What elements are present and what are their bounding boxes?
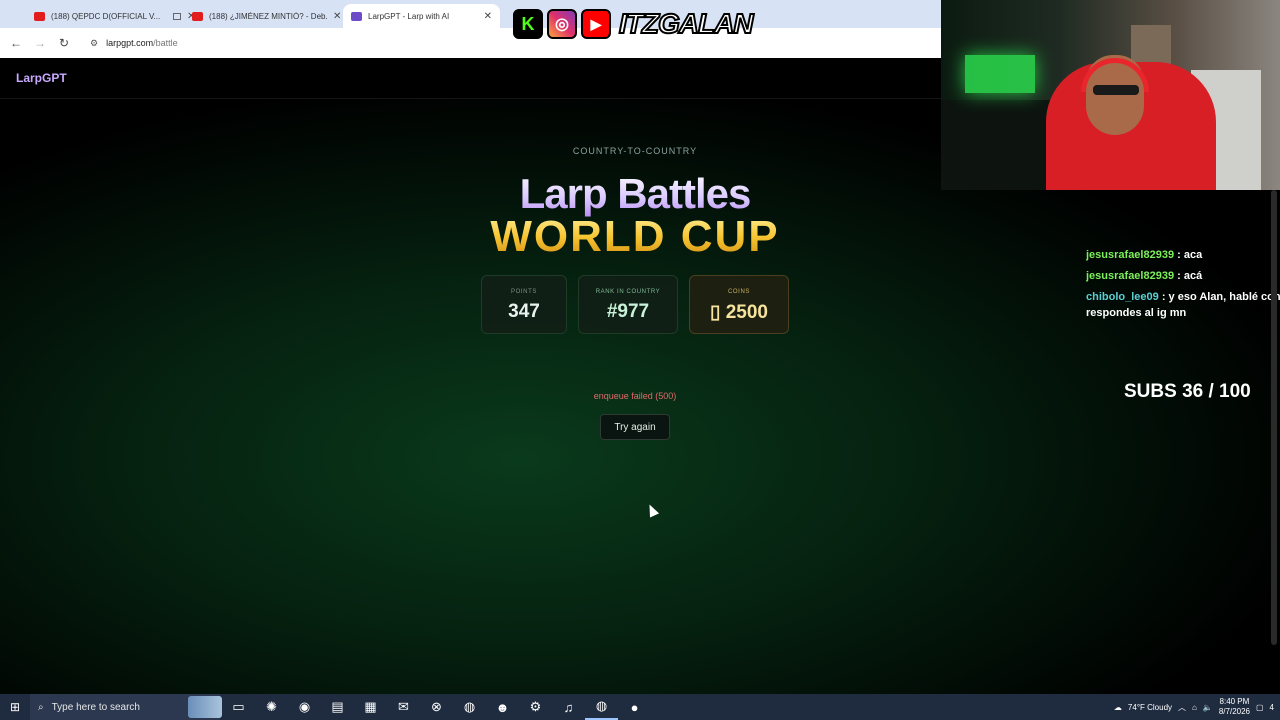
stream-social-overlay: K ◎ ▶ ITZGALAN (513, 7, 755, 40)
chat-message: chibolo_lee09 : y eso Alan, hablé con (1086, 289, 1280, 306)
weather-text[interactable]: 74°F Cloudy (1128, 703, 1172, 712)
copilot-icon[interactable]: ✺ (255, 694, 288, 720)
tab-label: (188) QEPDC D(OFFICIAL V... (51, 11, 161, 21)
chat-text: : acá (1174, 270, 1203, 282)
youtube-icon (34, 11, 45, 21)
edge-icon[interactable]: ◉ (288, 694, 321, 720)
coins-value: ▯ 2500 (709, 302, 768, 323)
chat-message: jesusrafael82939 : aca (1086, 247, 1280, 268)
chat-text-continued: respondes al ig mn (1086, 307, 1187, 319)
address-bar[interactable]: ⚙ larpgpt.com/battle (82, 32, 902, 54)
rank-card: RANK IN COUNTRY #977 (578, 275, 678, 334)
picture-in-picture-icon (173, 12, 181, 20)
points-label: POINTS (511, 289, 537, 295)
chrome-icon[interactable]: ◍ (453, 694, 486, 720)
forward-icon[interactable]: → (28, 36, 52, 50)
search-icon: ⌕ (38, 701, 44, 713)
coins-card: COINS ▯ 2500 (689, 275, 789, 334)
task-view-icon[interactable]: ▭ (222, 694, 255, 720)
kick-icon: K (513, 9, 543, 39)
subs-goal-counter: SUBS 36 / 100 (1124, 381, 1251, 402)
page-subtitle: WORLD CUP (0, 212, 1270, 262)
tab-larpgpt[interactable]: LarpGPT - Larp with AI ✕ (343, 4, 500, 28)
weather-icon[interactable]: ☁ (1114, 703, 1122, 712)
tab-youtube-2[interactable]: (188) ¿JIMÉNEZ MINTIÓ? - Deb... ✕ (184, 4, 349, 28)
notification-count: 4 (1269, 702, 1274, 712)
store-icon[interactable]: ▦ (354, 694, 387, 720)
error-message: enqueue failed (500) (593, 391, 677, 401)
windows-start-icon[interactable]: ⊞ (0, 700, 30, 714)
chevron-up-icon[interactable]: ︿ (1178, 702, 1186, 713)
obs-icon[interactable]: ● (618, 694, 651, 720)
points-card: POINTS 347 (481, 275, 567, 334)
close-icon[interactable]: ✕ (333, 11, 341, 22)
points-value: 347 (508, 301, 540, 322)
webcam-feed (941, 0, 1280, 190)
brand-logo[interactable]: LarpGPT (16, 71, 67, 85)
site-header: LarpGPT (0, 58, 941, 99)
notification-icon[interactable]: ▢ (1256, 703, 1264, 712)
outlook-icon[interactable]: ✉ (387, 694, 420, 720)
site-settings-icon[interactable]: ⚙ (90, 38, 98, 49)
clock-time: 8:40 PM (1219, 697, 1250, 706)
network-icon[interactable]: ⌂ (1192, 703, 1197, 712)
steam-icon[interactable]: ⚙ (519, 694, 552, 720)
stream-chat: jesusrafael82939 : aca jesusrafael82939 … (1086, 247, 1280, 320)
instagram-icon: ◎ (547, 9, 577, 39)
sunglasses-icon (1093, 85, 1139, 95)
larpgpt-icon (351, 11, 362, 21)
mouse-cursor-icon (644, 502, 660, 518)
chat-text: : aca (1174, 249, 1203, 261)
taskbar-search-placeholder: Type here to search (51, 701, 140, 713)
try-again-button[interactable]: Try again (600, 414, 670, 440)
close-icon[interactable]: ✕ (484, 11, 492, 22)
rank-label: RANK IN COUNTRY (595, 289, 661, 295)
taskbar-clock[interactable]: 8:40 PM 8/7/2026 (1219, 697, 1250, 717)
chat-username: jesusrafael82939 (1086, 270, 1175, 282)
youtube-icon (192, 11, 203, 21)
xbox-icon[interactable]: ⊗ (420, 694, 453, 720)
page-scrollbar[interactable] (1271, 190, 1277, 645)
chat-text: : y eso Alan, hablé con (1158, 291, 1280, 303)
rank-value: #977 (606, 301, 650, 322)
coins-label: COINS (727, 289, 750, 295)
reload-icon[interactable]: ↻ (52, 36, 76, 50)
clock-date: 8/7/2026 (1218, 707, 1250, 716)
youtube-icon: ▶ (581, 9, 611, 39)
screen: (188) QEPDC D(OFFICIAL V... ✕ (188) ¿JIM… (0, 0, 1280, 720)
chrome-active-icon[interactable]: ◍ (585, 694, 618, 720)
back-icon[interactable]: ← (4, 36, 28, 50)
spotify-icon[interactable]: ♫ (552, 694, 585, 720)
chat-username: jesusrafael82939 (1086, 249, 1175, 261)
browser-toolbar: ← → ↻ ⚙ larpgpt.com/battle (0, 28, 941, 58)
tab-label: (188) ¿JIMÉNEZ MINTIÓ? - Deb... (209, 11, 327, 21)
browser-tab-strip: (188) QEPDC D(OFFICIAL V... ✕ (188) ¿JIM… (0, 0, 941, 28)
system-tray: ☁ 74°F Cloudy ︿ ⌂ 🔈 8:40 PM 8/7/2026 ▢ 4 (1114, 694, 1280, 720)
chat-username: chibolo_lee09 (1086, 291, 1159, 303)
streamer-handle: ITZGALAN (618, 7, 755, 40)
url-domain: larpgpt.com (106, 38, 154, 48)
url-path: /battle (153, 38, 178, 48)
webcam-tv (965, 55, 1035, 93)
file-explorer-icon[interactable]: ▤ (321, 694, 354, 720)
search-highlight-image (188, 696, 222, 718)
tab-label: LarpGPT - Larp with AI (368, 11, 450, 21)
volume-icon[interactable]: 🔈 (1203, 703, 1213, 712)
tab-youtube-1[interactable]: (188) QEPDC D(OFFICIAL V... ✕ (26, 4, 203, 28)
chat-message: jesusrafael82939 : acá (1086, 268, 1280, 289)
windows-taskbar: ⊞ ⌕ Type here to search ▭ ✺ ◉ ▤ ▦ ✉ ⊗ ◍ … (0, 694, 1280, 720)
discord-icon[interactable]: ☻ (486, 694, 519, 720)
